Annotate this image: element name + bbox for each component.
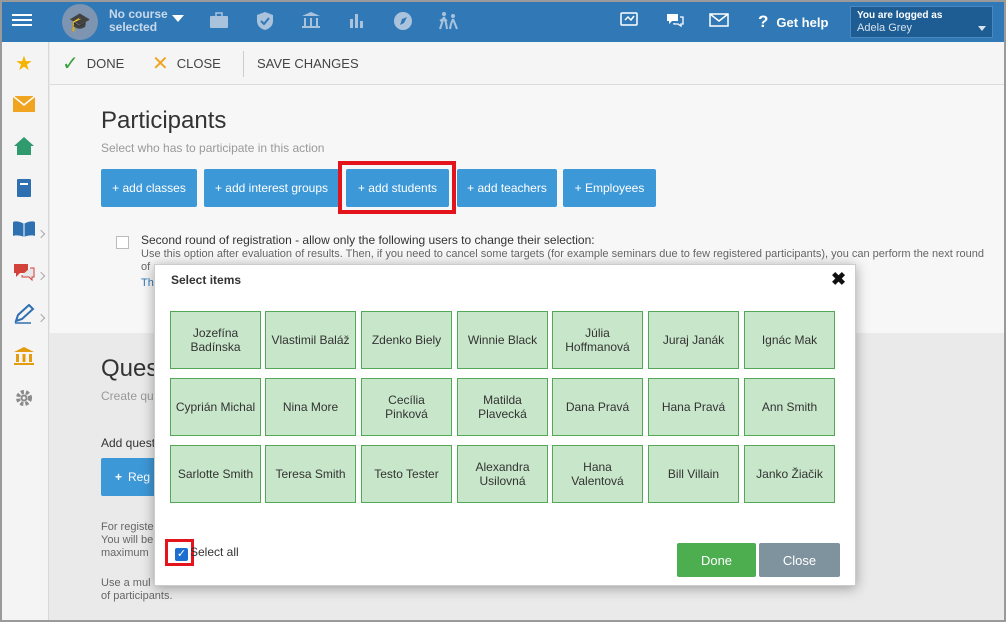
bar-chart-icon[interactable] xyxy=(346,11,368,33)
action-toolbar: ✓ DONE ✕ CLOSE SAVE CHANGES xyxy=(50,42,1004,85)
item-tile[interactable]: Alexandra Usilovná xyxy=(457,445,548,503)
help-label: Get help xyxy=(776,15,829,30)
check-icon: ✓ xyxy=(62,53,79,75)
help-link[interactable]: ? Get help xyxy=(758,12,828,32)
registration-button-label: Reg xyxy=(128,470,151,484)
course-label-line2: selected xyxy=(109,20,158,34)
user-name: Adela Grey xyxy=(857,22,913,34)
item-tile[interactable]: Hana Valentová xyxy=(552,445,643,503)
chat-bubbles-icon[interactable] xyxy=(664,11,686,33)
item-tile[interactable]: Jozefína Badínska xyxy=(170,311,261,369)
paragraph-line: For registe xyxy=(101,521,154,533)
dialog-close-button[interactable]: Close xyxy=(759,543,840,577)
chevron-right-icon xyxy=(36,271,46,281)
item-tile[interactable]: Testo Tester xyxy=(361,445,452,503)
toolbar-divider xyxy=(243,51,244,77)
questions-title: Ques xyxy=(101,355,159,382)
left-sidebar: ★ xyxy=(2,42,49,620)
item-tile[interactable]: Juraj Janák xyxy=(648,311,739,369)
item-tile[interactable]: Bill Villain xyxy=(648,445,739,503)
save-label: SAVE CHANGES xyxy=(257,56,359,71)
item-tile[interactable]: Sarlotte Smith xyxy=(170,445,261,503)
chat-icon[interactable] xyxy=(12,262,36,286)
walking-people-icon[interactable] xyxy=(438,11,460,33)
item-tile[interactable]: Teresa Smith xyxy=(265,445,356,503)
course-selector[interactable]: No course selected xyxy=(109,8,168,34)
institution-icon[interactable] xyxy=(12,346,36,370)
page-title: Participants xyxy=(101,107,227,134)
paragraph-line: of participants. xyxy=(101,590,173,602)
dialog-title: Select items xyxy=(171,273,242,287)
close-button[interactable]: ✕ CLOSE xyxy=(152,42,221,85)
item-tile[interactable]: Nina More xyxy=(265,378,356,436)
institution-icon[interactable] xyxy=(300,11,322,33)
home-icon[interactable] xyxy=(12,136,36,160)
paragraph-line: You will be xyxy=(101,534,154,546)
item-tile[interactable]: Cecília Pinková xyxy=(361,378,452,436)
registration-button[interactable]: + Reg xyxy=(101,458,161,496)
done-button[interactable]: ✓ DONE xyxy=(62,42,124,85)
item-tile[interactable]: Janko Žiačik xyxy=(744,445,835,503)
compass-icon[interactable] xyxy=(392,11,414,33)
question-icon: ? xyxy=(758,12,769,31)
pencil-icon[interactable] xyxy=(12,303,36,328)
add-interest-groups-button[interactable]: + add interest groups xyxy=(204,169,339,207)
item-tile[interactable]: Cyprián Michal xyxy=(170,378,261,436)
item-tile[interactable]: Winnie Black xyxy=(457,311,548,369)
notebook-icon[interactable] xyxy=(12,178,36,202)
plus-icon: + xyxy=(115,470,123,484)
item-tile[interactable]: Júlia Hoffmanová xyxy=(552,311,643,369)
user-menu[interactable]: You are logged as Adela Grey xyxy=(850,6,993,38)
item-tile[interactable]: Matilda Plavecká xyxy=(457,378,548,436)
add-employees-button[interactable]: + Employees xyxy=(563,169,656,207)
shield-check-icon[interactable] xyxy=(254,11,276,33)
questions-paragraph-1: For registe You will be maximum xyxy=(101,521,154,560)
item-tile[interactable]: Ann Smith xyxy=(744,378,835,436)
app-frame: 🎓 No course selected ? Get help You are … xyxy=(0,0,1006,622)
logged-as-label: You are logged as xyxy=(857,10,943,21)
select-items-dialog: Select items ✖ Jozefína Badínska Vlastim… xyxy=(154,264,856,586)
close-icon: ✕ xyxy=(152,53,169,75)
cast-icon[interactable] xyxy=(618,11,640,33)
save-changes-button[interactable]: SAVE CHANGES xyxy=(257,42,359,85)
chevron-down-icon[interactable] xyxy=(172,15,184,22)
star-icon[interactable]: ★ xyxy=(12,52,36,76)
add-teachers-button[interactable]: + add teachers xyxy=(457,169,557,207)
second-round-description: Use this option after evaluation of resu… xyxy=(141,248,984,260)
item-tile[interactable]: Dana Pravá xyxy=(552,378,643,436)
gear-icon[interactable] xyxy=(12,388,36,412)
add-classes-button[interactable]: + add classes xyxy=(101,169,197,207)
item-tile[interactable]: Hana Pravá xyxy=(648,378,739,436)
highlight-box xyxy=(338,161,456,214)
item-tile[interactable]: Zdenko Biely xyxy=(361,311,452,369)
envelope-icon[interactable] xyxy=(708,11,730,33)
graduation-cap-icon[interactable]: 🎓 xyxy=(62,4,98,40)
menu-icon[interactable] xyxy=(12,11,32,29)
second-round-label: Second round of registration - allow onl… xyxy=(141,233,595,247)
close-label: CLOSE xyxy=(176,56,221,71)
second-round-description-cont: of xyxy=(141,261,151,273)
briefcase-icon[interactable] xyxy=(208,11,230,33)
chevron-right-icon xyxy=(36,229,46,239)
chevron-down-icon xyxy=(978,26,986,31)
open-book-icon[interactable] xyxy=(12,220,36,244)
questions-subtitle: Create qu xyxy=(101,389,154,403)
dialog-done-button[interactable]: Done xyxy=(677,543,756,577)
item-tile[interactable]: Ignác Mak xyxy=(744,311,835,369)
paragraph-line: maximum xyxy=(101,547,149,559)
envelope-icon[interactable] xyxy=(12,94,36,118)
select-all-label[interactable]: Select all xyxy=(190,545,239,559)
done-label: DONE xyxy=(86,56,125,71)
item-tile[interactable]: Vlastimil Baláž xyxy=(265,311,356,369)
second-round-link[interactable]: Th xyxy=(141,277,154,289)
top-bar: 🎓 No course selected ? Get help You are … xyxy=(2,2,1004,42)
add-question-label: Add quest xyxy=(101,436,156,450)
page-subtitle: Select who has to participate in this ac… xyxy=(101,141,325,155)
select-all-checkbox[interactable]: ✓ xyxy=(175,548,188,561)
second-round-checkbox[interactable] xyxy=(116,236,129,249)
chevron-right-icon xyxy=(36,313,46,323)
close-icon[interactable]: ✖ xyxy=(831,269,846,290)
